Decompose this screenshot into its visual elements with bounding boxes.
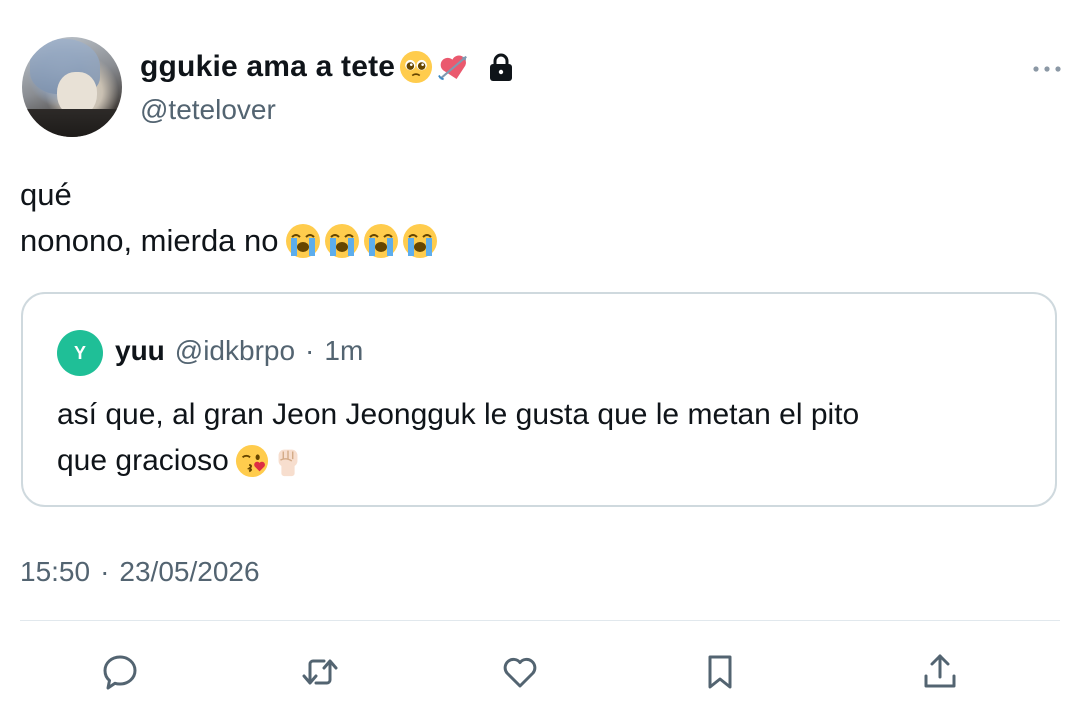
quoted-author-avatar[interactable]: Y [57, 330, 103, 376]
tweet-line: qué [20, 172, 438, 218]
quoted-tweet-card[interactable]: Y yuu @idkbrpo · 1m así que, al gran Jeo… [21, 292, 1057, 507]
loudly-crying-face-emoji [363, 224, 398, 258]
pleading-face-emoji [400, 50, 433, 84]
loudly-crying-face-emoji [324, 224, 359, 258]
timestamp-separator: · [100, 556, 110, 587]
divider [20, 620, 1060, 621]
author-avatar[interactable] [22, 37, 122, 137]
tweet-timestamp[interactable]: 15:50 · 23/05/2026 [20, 556, 260, 588]
lock-icon [490, 53, 513, 81]
tweet-time: 15:50 [20, 556, 91, 587]
quoted-author-name[interactable]: yuu [115, 335, 165, 367]
loudly-crying-face-emoji [285, 224, 320, 258]
quoted-tweet-header: yuu @idkbrpo · 1m [115, 335, 363, 367]
tweet-line-text: nonono, mierda no [20, 223, 279, 258]
quoted-tweet-text: así que, al gran Jeon Jeongguk le gusta … [57, 392, 859, 484]
tweet-date: 23/05/2026 [119, 556, 260, 587]
quoted-separator: · [305, 335, 315, 366]
loudly-crying-face-emoji [402, 224, 437, 258]
share-icon [924, 654, 956, 688]
author-display-name-text: ggukie ama a tete [140, 50, 396, 83]
bookmark-button[interactable] [698, 650, 742, 694]
tweet-line: nonono, mierda no [20, 218, 438, 264]
reply-button[interactable] [98, 650, 142, 694]
heart-with-arrow-emoji [438, 55, 468, 81]
quoted-author-handle[interactable]: @idkbrpo [175, 335, 295, 367]
tweet-text: qué nonono, mierda no [20, 172, 438, 264]
author-display-name[interactable]: ggukie ama a tete [140, 50, 515, 84]
bookmark-icon [708, 655, 732, 689]
share-button[interactable] [918, 650, 962, 694]
more-options-icon[interactable] [1032, 64, 1062, 74]
tweet-line-text: qué [20, 177, 72, 212]
quoted-time[interactable]: 1m [324, 335, 363, 367]
reply-icon [103, 655, 137, 690]
retweet-button[interactable] [298, 650, 342, 694]
quoted-tweet-line-text: que gracioso [57, 444, 229, 477]
like-button[interactable] [498, 650, 542, 694]
face-blowing-kiss-emoji [235, 444, 268, 478]
like-icon [503, 657, 537, 688]
quoted-tweet-line: así que, al gran Jeon Jeongguk le gusta … [57, 392, 859, 438]
quoted-tweet-line-text: así que, al gran Jeon Jeongguk le gusta … [57, 398, 860, 431]
retweet-icon [302, 659, 338, 685]
raised-fist-emoji [278, 449, 298, 477]
quoted-tweet-line: que gracioso [57, 438, 859, 484]
author-handle[interactable]: @tetelover [140, 94, 276, 126]
avatar-coat [22, 109, 122, 137]
